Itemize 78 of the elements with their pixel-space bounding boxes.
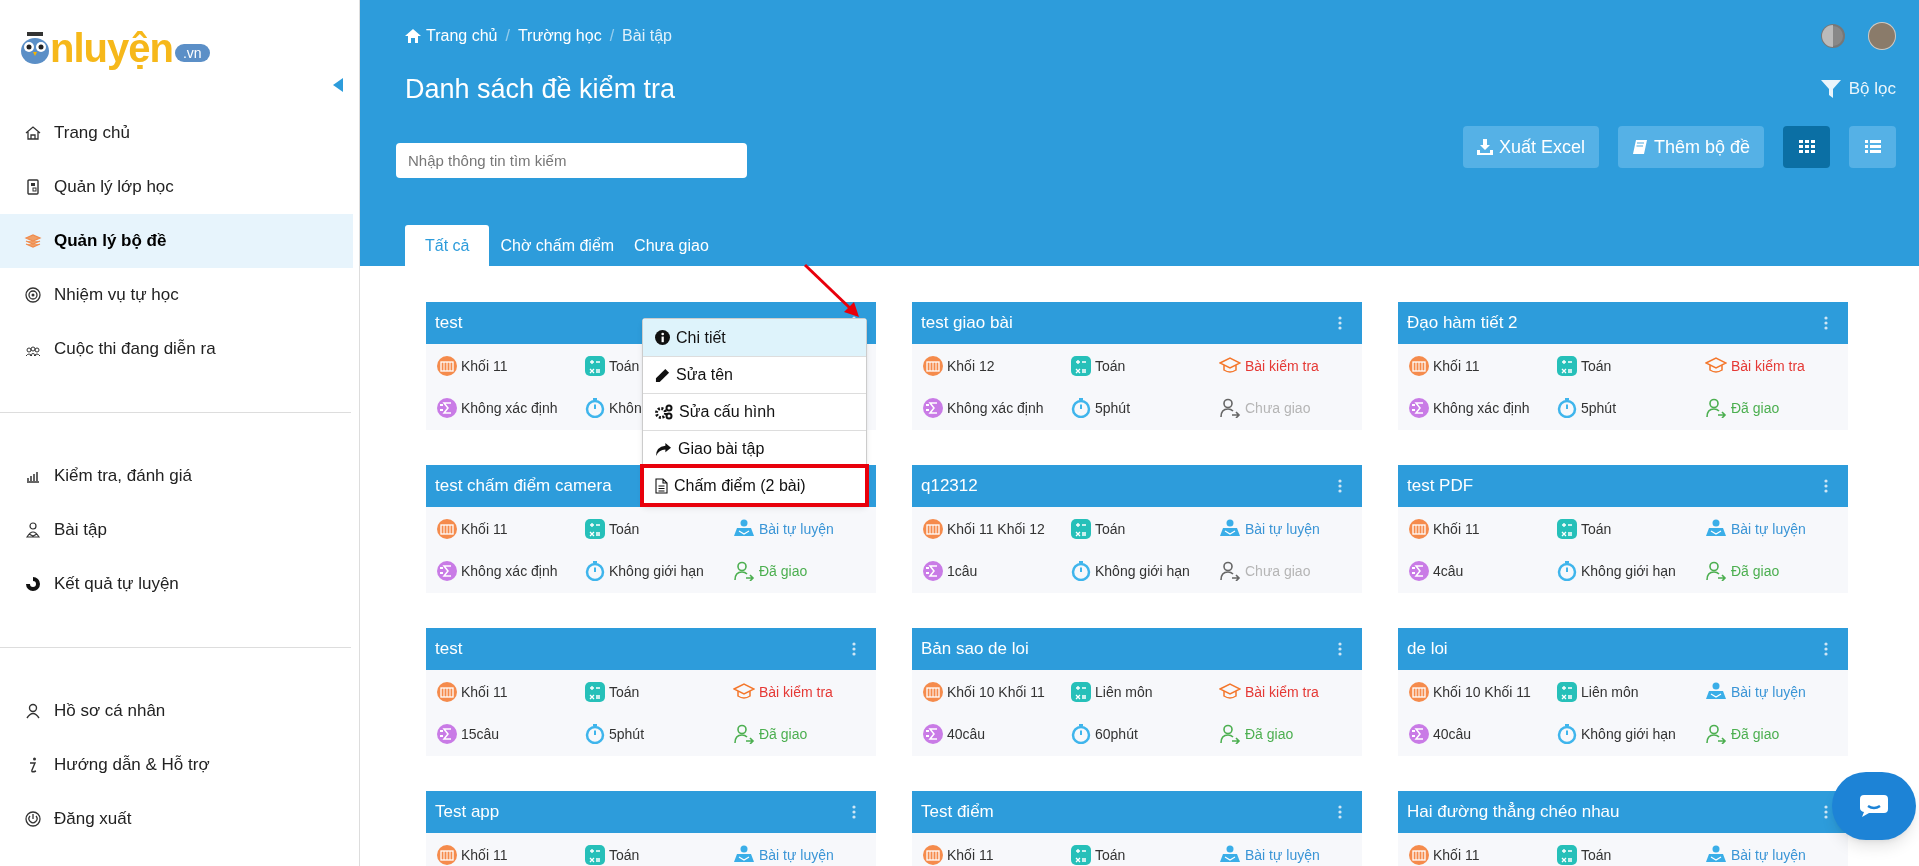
time-limit: Không giới hạn bbox=[1095, 561, 1190, 581]
exam-type-label: Bài tự luyện bbox=[1245, 845, 1320, 865]
exam-type-label: Bài tự luyện bbox=[1245, 519, 1320, 539]
card-title: q12312 bbox=[921, 475, 978, 498]
time-limit: Không giới hạn bbox=[1581, 561, 1676, 581]
question-count: 4câu bbox=[1433, 561, 1464, 581]
grade-label: Khối 11 Khối 12 bbox=[947, 519, 1045, 539]
card-title: test bbox=[435, 638, 463, 661]
subject-label: Liên môn bbox=[1095, 682, 1153, 702]
question-count: 40câu bbox=[947, 724, 986, 744]
exam-type-label: Bài kiểm tra bbox=[759, 682, 833, 702]
assign-status: Chưa giao bbox=[1245, 561, 1311, 581]
subject-label: Toán bbox=[1581, 519, 1612, 539]
exam-type-label: Bài kiểm tra bbox=[1731, 356, 1805, 376]
logo-text: nluyện bbox=[50, 28, 173, 68]
card-title: test giao bài bbox=[921, 312, 1013, 335]
card-title: test bbox=[435, 312, 463, 335]
assign-status: Đã giao bbox=[1245, 724, 1294, 744]
assign-status: Chưa giao bbox=[1245, 398, 1311, 418]
breadcrumb-separator: / bbox=[609, 26, 615, 46]
exam-type-label: Bài tự luyện bbox=[1731, 845, 1806, 865]
assign-status: Đã giao bbox=[1731, 398, 1780, 418]
assign-status: Đã giao bbox=[1731, 724, 1780, 744]
question-count: 15câu bbox=[461, 724, 500, 744]
card-title: Đạo hàm tiết 2 bbox=[1407, 312, 1518, 335]
grade-label: Khối 10 Khối 11 bbox=[947, 682, 1045, 702]
question-count: 1câu bbox=[947, 561, 978, 581]
subject-label: Toán bbox=[609, 356, 640, 376]
subject-label: Toán bbox=[1095, 519, 1126, 539]
card-title: Hai đường thẳng chéo nhau bbox=[1407, 801, 1620, 824]
subject-label: Toán bbox=[609, 519, 640, 539]
card-title: test PDF bbox=[1407, 475, 1474, 498]
question-count: Không xác định bbox=[1433, 398, 1530, 418]
card-title: Test app bbox=[435, 801, 500, 824]
subject-label: Toán bbox=[1581, 845, 1612, 865]
card-title: test chấm điểm camera bbox=[435, 475, 612, 498]
subject-label: Toán bbox=[609, 845, 640, 865]
card-title: Bản sao de loi bbox=[921, 638, 1029, 661]
question-count: Không xác định bbox=[461, 398, 558, 418]
subject-label: Toán bbox=[1095, 845, 1126, 865]
assign-status: Đã giao bbox=[759, 724, 808, 744]
exam-type-label: Bài tự luyện bbox=[759, 845, 834, 865]
subject-label: Liên môn bbox=[1581, 682, 1639, 702]
exam-type-label: Bài kiểm tra bbox=[1245, 356, 1319, 376]
exam-type-label: Bài tự luyện bbox=[759, 519, 834, 539]
assign-status: Đã giao bbox=[1731, 561, 1780, 581]
card-title: Test điểm bbox=[921, 801, 994, 824]
time-limit: 5phút bbox=[1581, 398, 1617, 418]
exam-type-label: Bài tự luyện bbox=[1731, 682, 1806, 702]
time-limit: Khôn bbox=[609, 398, 642, 418]
subject-label: Toán bbox=[1581, 356, 1612, 376]
time-limit: 5phút bbox=[609, 724, 645, 744]
grade-label: Khối 12 bbox=[947, 356, 995, 376]
grade-label: Khối 11 bbox=[461, 519, 508, 539]
grade-label: Khối 11 bbox=[461, 356, 508, 376]
grade-label: Khối 11 bbox=[461, 682, 508, 702]
subject-label: Toán bbox=[609, 682, 640, 702]
grade-label: Khối 11 bbox=[947, 845, 994, 865]
grade-label: Khối 11 bbox=[1433, 356, 1480, 376]
card-title: de loi bbox=[1407, 638, 1448, 661]
time-limit: Không giới hạn bbox=[609, 561, 704, 581]
time-limit: 5phút bbox=[1095, 398, 1131, 418]
grade-label: Khối 11 bbox=[1433, 519, 1480, 539]
page-title: Danh sách đề kiểm tra bbox=[405, 72, 676, 106]
grade-label: Khối 11 bbox=[461, 845, 508, 865]
exam-type-label: Bài kiểm tra bbox=[1245, 682, 1319, 702]
exam-type-label: Bài tự luyện bbox=[1731, 519, 1806, 539]
time-limit: 60phút bbox=[1095, 724, 1138, 744]
logo-badge: .vn bbox=[174, 44, 210, 62]
grade-label: Khối 10 Khối 11 bbox=[1433, 682, 1531, 702]
question-count: Không xác định bbox=[461, 561, 558, 581]
breadcrumb-separator: / bbox=[505, 26, 510, 46]
subject-label: Toán bbox=[1095, 356, 1126, 376]
question-count: 40câu bbox=[1433, 724, 1472, 744]
grade-label: Khối 11 bbox=[1433, 845, 1480, 865]
assign-status: Đã giao bbox=[759, 561, 808, 581]
time-limit: Không giới hạn bbox=[1581, 724, 1676, 744]
question-count: Không xác định bbox=[947, 398, 1044, 418]
